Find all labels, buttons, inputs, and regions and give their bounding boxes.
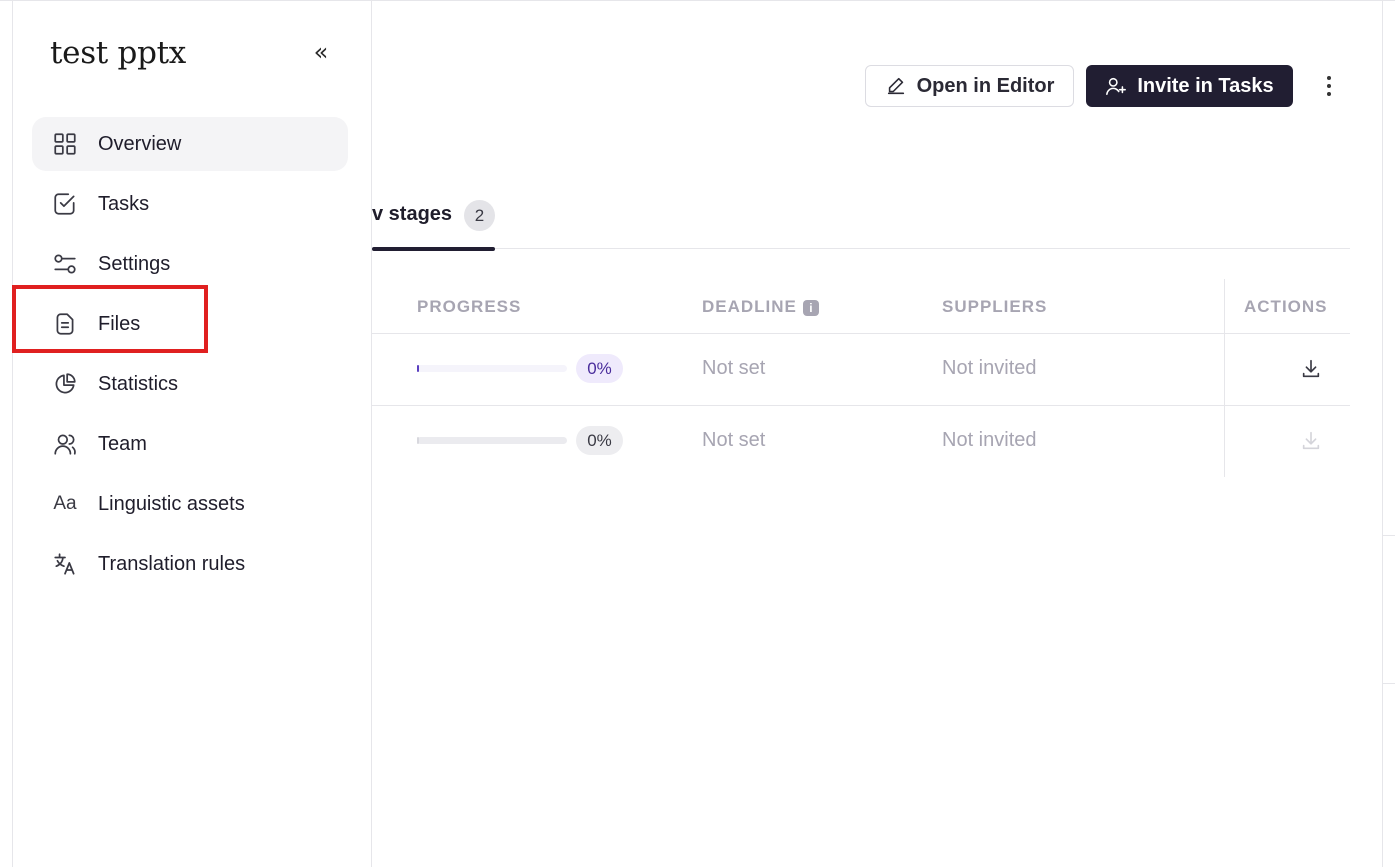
sidebar-item-label: Linguistic assets [98,492,245,515]
open-in-editor-button[interactable]: Open in Editor [865,65,1074,107]
sidebar-item-settings[interactable]: Settings [32,237,348,291]
progress-bar [417,437,567,444]
column-header-progress: PROGRESS [417,297,522,316]
sidebar-item-team[interactable]: Team [32,417,348,471]
tabs-divider [372,248,1350,249]
sidebar-item-overview[interactable]: Overview [32,117,348,171]
right-panel-edge [1382,1,1383,867]
sidebar-item-label: Settings [98,252,171,275]
more-dot-icon [1327,76,1331,80]
sidebar-item-label: Translation rules [98,552,246,575]
tab-label: v stages [372,203,453,225]
sidebar-item-label: Tasks [98,192,150,215]
users-icon [51,430,79,458]
sidebar-item-linguistic-assets[interactable]: Aa Linguistic assets [32,477,348,531]
sidebar-item-label: Files [98,312,141,335]
download-icon[interactable] [1300,358,1322,380]
sidebar-nav: Overview Tasks Settings Files Statistics… [32,117,348,597]
sidebar-item-statistics[interactable]: Statistics [32,357,348,411]
progress-bar [417,365,567,372]
main-content: Open in Editor Invite in Tasks v stages … [372,1,1382,867]
sidebar: test pptx « Overview Tasks Settings File… [12,1,372,867]
active-tab-indicator [372,247,495,251]
more-options-button[interactable] [1318,71,1340,101]
translate-icon [51,550,79,578]
sidebar-item-tasks[interactable]: Tasks [32,177,348,231]
sidebar-item-label: Overview [98,132,182,155]
grid-icon [51,130,79,158]
suppliers-value: Not invited [942,357,1037,379]
row-divider [372,333,1350,334]
project-title: test pptx [50,35,186,71]
aa-icon: Aa [53,493,77,514]
invite-in-tasks-label: Invite in Tasks [1137,74,1274,97]
column-header-suppliers: SUPPLIERS [942,297,1048,316]
progress-fill [417,365,419,372]
column-header-deadline: DEADLINE i [702,297,819,317]
info-icon[interactable]: i [802,300,819,316]
collapse-sidebar-button[interactable]: « [309,39,333,67]
user-plus-icon [1105,75,1127,97]
download-icon-disabled [1300,430,1322,452]
more-dot-icon [1327,92,1331,96]
check-square-icon [51,190,79,218]
progress-fill [417,437,419,444]
deadline-value: Not set [702,357,766,379]
progress-percent-badge: 0% [576,426,623,455]
column-header-label: DEADLINE [702,297,797,316]
suppliers-value: Not invited [942,429,1037,451]
file-icon [51,310,79,338]
tab-workflow-stages[interactable]: v stages 2 [372,197,495,251]
pie-chart-icon [51,370,79,398]
pencil-icon [885,75,907,97]
deadline-value: Not set [702,429,766,451]
column-divider [1224,279,1225,477]
sidebar-item-label: Team [98,432,147,455]
sliders-icon [51,250,79,278]
sidebar-item-files[interactable]: Files [32,297,348,351]
sidebar-item-label: Statistics [98,372,179,395]
more-dot-icon [1327,84,1331,88]
progress-percent-badge: 0% [576,354,623,383]
invite-in-tasks-button[interactable]: Invite in Tasks [1086,65,1293,107]
right-panel-divider [1382,683,1395,684]
row-divider [372,405,1350,406]
right-panel-divider [1382,535,1395,536]
column-header-actions: ACTIONS [1244,297,1328,316]
sidebar-item-translation-rules[interactable]: Translation rules [32,537,348,591]
tab-count-badge: 2 [464,200,495,231]
open-in-editor-label: Open in Editor [916,74,1055,97]
app-window: test pptx « Overview Tasks Settings File… [0,0,1395,867]
